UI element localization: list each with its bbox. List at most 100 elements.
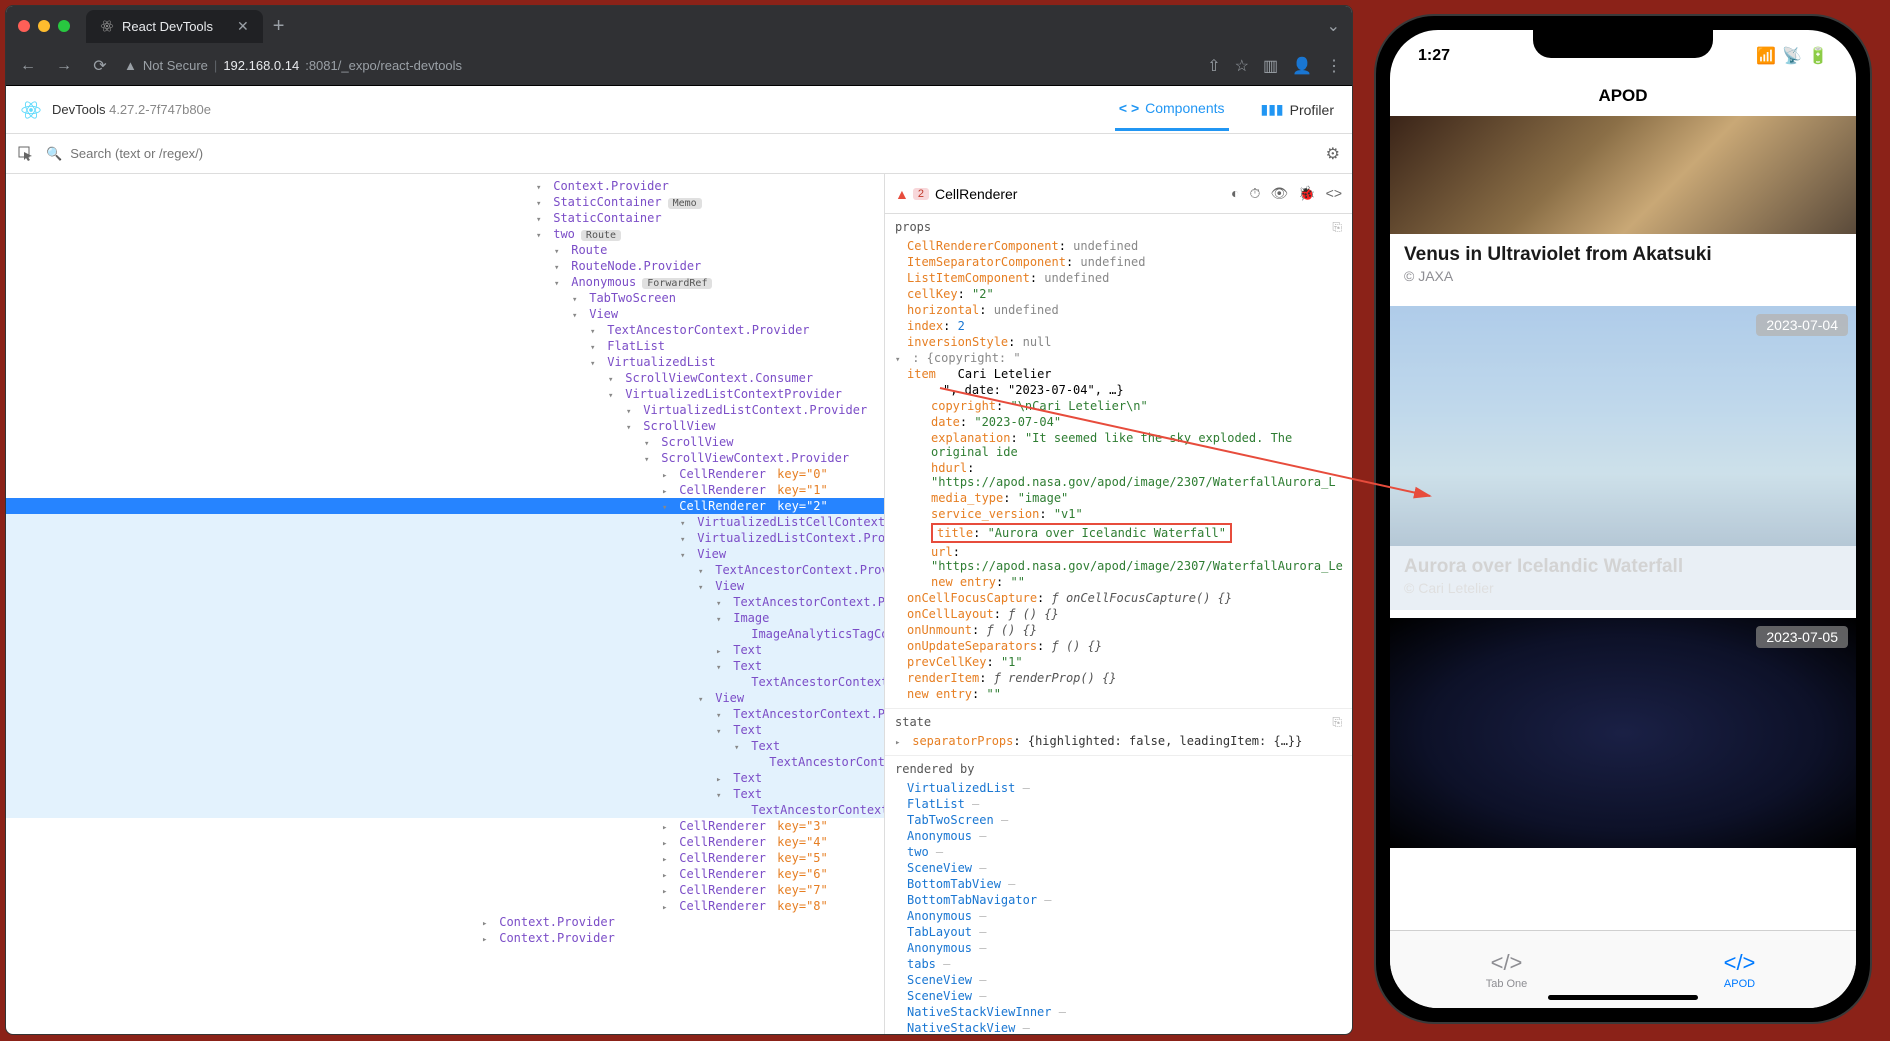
tree-node[interactable]: ▾ View [6,578,884,594]
prop-row[interactable]: renderItem: ƒ renderProp() {} [895,670,1342,686]
tree-node[interactable]: ▾ VirtualizedList [6,354,884,370]
eye-icon[interactable]: 👁 [1270,185,1288,202]
close-window-icon[interactable] [18,20,30,32]
tree-node[interactable]: ▾ VirtualizedListContext.Provider [6,402,884,418]
tree-node[interactable]: ▾ StaticContainerMemo [6,194,884,210]
prop-row[interactable]: date: "2023-07-04" [919,414,1342,430]
prop-row[interactable]: CellRendererComponent: undefined [895,238,1342,254]
element-picker-icon[interactable] [18,146,34,162]
rendered-by-item[interactable]: TabTwoScreen — [907,812,1342,828]
tab-profiler[interactable]: ▮▮▮ Profiler [1257,88,1338,131]
forward-button[interactable]: → [52,57,76,75]
settings-icon[interactable]: ⚙ [1326,144,1340,164]
rendered-by-item[interactable]: SceneView — [907,972,1342,988]
tree-node[interactable]: ▸ CellRenderer key="3" [6,818,884,834]
tree-node[interactable]: ▾ FlatList [6,338,884,354]
search-input[interactable]: 🔍 [46,146,516,162]
tree-node[interactable]: ▸ CellRenderer key="8" [6,898,884,914]
tree-node[interactable]: ▾ ScrollView [6,434,884,450]
tree-node[interactable]: ▸ Text [6,770,884,786]
prop-row[interactable]: onUpdateSeparators: ƒ () {} [895,638,1342,654]
tree-node[interactable]: ▾ Text [6,722,884,738]
prop-row[interactable]: title: "Aurora over Icelandic Waterfall" [919,522,1342,544]
prop-row[interactable]: index: 2 [895,318,1342,334]
rendered-by-item[interactable]: Anonymous — [907,828,1342,844]
component-tree[interactable]: ▾ Context.Provider▾ StaticContainerMemo ▾… [6,174,884,1034]
bug-icon[interactable]: 🐞 [1298,185,1315,202]
tree-node[interactable]: TextAncestorContext.Provider [6,802,884,818]
prop-row[interactable]: ItemSeparatorComponent: undefined [895,254,1342,270]
stopwatch-icon[interactable]: ⏱ [1250,185,1261,202]
menu-icon[interactable]: ⋮ [1326,56,1342,76]
rendered-by-item[interactable]: BottomTabView — [907,876,1342,892]
tree-node[interactable]: ▾ TextAncestorContext.Provider [6,322,884,338]
tree-node[interactable]: ▾ View [6,690,884,706]
bookmark-icon[interactable]: ☆ [1235,56,1249,76]
url-field[interactable]: ▲ Not Secure | 192.168.0.14:8081/_expo/r… [124,58,1195,73]
rendered-by-item[interactable]: FlatList — [907,796,1342,812]
tree-node[interactable]: ▾ AnonymousForwardRef [6,274,884,290]
tree-node[interactable]: ▾ TextAncestorContext.Provider [6,562,884,578]
extensions-icon[interactable]: ▥ [1263,56,1278,76]
prop-row[interactable]: onCellLayout: ƒ () {} [895,606,1342,622]
tree-node[interactable]: ▾ TextAncestorContext.Provider [6,594,884,610]
profile-icon[interactable]: 👤 [1292,56,1312,76]
tree-node[interactable]: ▾ TabTwoScreen [6,290,884,306]
prop-row[interactable]: ListItemComponent: undefined [895,270,1342,286]
tree-node[interactable]: ▸ Text [6,642,884,658]
tree-node[interactable]: ▾ Route [6,242,884,258]
tree-node[interactable]: ▾ ScrollViewContext.Provider [6,450,884,466]
copy-icon[interactable]: ⎘ [1332,220,1342,235]
source-icon[interactable]: <> [1326,185,1342,202]
tree-node[interactable]: ▾ twoRoute [6,226,884,242]
rendered-by-item[interactable]: BottomTabNavigator — [907,892,1342,908]
tabs-dropdown-icon[interactable]: ⌄ [1327,16,1340,36]
prop-row[interactable]: prevCellKey: "1" [895,654,1342,670]
tree-node[interactable]: ▾ View [6,306,884,322]
tree-node[interactable]: ▾ VirtualizedListContextProvider [6,386,884,402]
tree-node[interactable]: ▾ Image [6,610,884,626]
card-item[interactable]: 2023-07-04 Aurora over Icelandic Waterfa… [1390,306,1856,610]
home-indicator[interactable] [1548,995,1698,1000]
minimize-window-icon[interactable] [38,20,50,32]
tree-node[interactable]: ▸ CellRenderer key="6" [6,866,884,882]
tree-node[interactable]: ▸ CellRenderer key="5" [6,850,884,866]
browser-tab[interactable]: React DevTools ✕ [86,10,263,43]
tree-node[interactable]: ▸ CellRenderer key="0" [6,466,884,482]
tree-node[interactable]: ▸ CellRenderer key="1" [6,482,884,498]
prop-row[interactable]: hdurl: "https://apod.nasa.gov/apod/image… [919,460,1342,490]
rendered-by-item[interactable]: NativeStackView — [907,1020,1342,1034]
prop-row[interactable]: onUnmount: ƒ () {} [895,622,1342,638]
rendered-by-item[interactable]: NativeStackViewInner — [907,1004,1342,1020]
search-field[interactable] [70,146,516,161]
tree-node[interactable]: ImageAnalyticsTagContext.Consumer [6,626,884,642]
copy-icon[interactable]: ⎘ [1332,715,1342,730]
tree-node[interactable]: ▸ CellRenderer key="4" [6,834,884,850]
rendered-by-item[interactable]: SceneView — [907,988,1342,1004]
tree-node[interactable]: ▸ Context.Provider [6,914,884,930]
tree-node[interactable]: ▾ TextAncestorContext.Provider [6,706,884,722]
feed-list[interactable]: Venus in Ultraviolet from Akatsuki © JAX… [1390,116,1856,924]
prop-row[interactable]: url: "https://apod.nasa.gov/apod/image/2… [919,544,1342,574]
prop-row[interactable]: new entry: "" [895,686,1342,702]
rendered-by-item[interactable]: TabLayout — [907,924,1342,940]
tree-node[interactable]: TextAncestorContext.Provider [6,674,884,690]
tree-node[interactable]: ▾ CellRenderer key="2" [6,498,884,514]
tree-node[interactable]: ▾ VirtualizedListCellContextProvider [6,514,884,530]
prop-row[interactable]: inversionStyle: null [895,334,1342,350]
tree-node[interactable]: ▸ Context.Provider [6,930,884,946]
tab-components[interactable]: < > Components [1115,88,1229,131]
maximize-window-icon[interactable] [58,20,70,32]
tree-node[interactable]: ▾ ScrollView [6,418,884,434]
rendered-by-item[interactable]: Anonymous — [907,940,1342,956]
tree-node[interactable]: ▾ Context.Provider [6,178,884,194]
reload-button[interactable]: ⟳ [88,56,112,76]
tree-node[interactable]: TextAncestorContext.Provider [6,754,884,770]
prop-row[interactable]: copyright: "\nCari Letelier\n" [919,398,1342,414]
new-tab-button[interactable]: + [273,15,285,38]
prop-row[interactable]: media_type: "image" [919,490,1342,506]
tree-node[interactable]: ▾ View [6,546,884,562]
prop-row[interactable]: new entry: "" [919,574,1342,590]
warning-count[interactable]: 2 [913,188,929,200]
tree-node[interactable]: ▾ Text [6,786,884,802]
